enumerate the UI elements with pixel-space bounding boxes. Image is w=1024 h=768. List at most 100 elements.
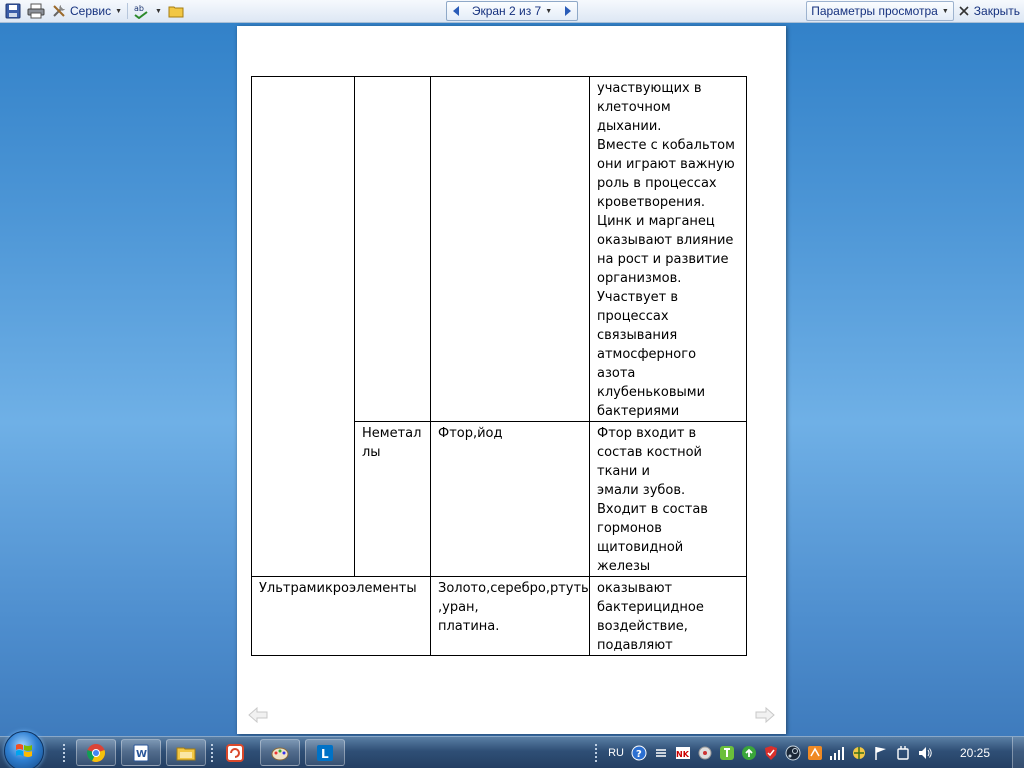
folder-icon [176, 747, 196, 760]
arrow-right-icon [565, 6, 571, 16]
action-center-tray-button[interactable] [871, 743, 891, 763]
screen-indicator-label: Экран 2 из 7 [471, 4, 542, 18]
svg-text:ab: ab [134, 4, 144, 13]
network-icon [852, 746, 865, 759]
elements-table: участвующих в клеточном дыхании. Вместе … [251, 76, 747, 656]
toolbar-left-group: Сервис ▼ ab ▼ [2, 0, 187, 22]
power-tray-button[interactable] [893, 743, 913, 763]
arrow-left-icon [248, 706, 268, 724]
service-menu-label: Сервис [70, 4, 112, 18]
table-cell: участвующих в клеточном дыхании. Вместе … [589, 76, 747, 422]
chevron-down-icon: ▼ [941, 7, 949, 15]
document-page: участвующих в клеточном дыхании. Вместе … [237, 26, 786, 734]
word-icon: W [133, 744, 149, 761]
save-icon [5, 3, 21, 19]
next-page-button[interactable] [754, 706, 776, 724]
taskbar-grip [210, 743, 214, 763]
torrent-tray-button[interactable] [717, 743, 737, 763]
print-button[interactable] [24, 1, 48, 21]
svg-text:W: W [136, 749, 147, 760]
chrome-icon [87, 743, 105, 762]
taskbar-grip [594, 742, 599, 763]
close-label: Закрыть [973, 4, 1020, 18]
arrow-left-icon [453, 6, 459, 16]
table-cell [251, 76, 355, 577]
view-options-label: Параметры просмотра [811, 4, 938, 18]
volume-tray-button[interactable] [915, 743, 935, 763]
speaker-icon [918, 746, 932, 759]
spelling-button[interactable]: ab ▼ [130, 1, 165, 21]
app-taskbar-button[interactable] [215, 739, 255, 766]
antivirus-tray-button[interactable] [761, 743, 781, 763]
arrow-right-icon [755, 706, 775, 724]
paint-taskbar-button[interactable] [260, 739, 300, 766]
show-desktop-button[interactable] [1012, 737, 1024, 768]
chevron-down-icon: ▼ [155, 7, 162, 15]
help-icon: ? [631, 745, 647, 760]
update-tray-button[interactable] [739, 743, 759, 763]
table-cell: Золото,серебро,ртуть ,уран, платина. [430, 576, 590, 656]
clock[interactable]: 20:25 [960, 746, 990, 760]
settings-icon [655, 748, 666, 757]
svg-text:NK: NK [676, 750, 690, 759]
orange-app-tray-button[interactable] [805, 743, 825, 763]
previous-screen-button[interactable] [447, 2, 465, 20]
chevron-down-icon: ▼ [115, 7, 123, 15]
windows-logo-icon [16, 744, 32, 757]
steam-icon [785, 745, 801, 760]
folder-button[interactable] [165, 1, 187, 21]
reading-toolbar: Сервис ▼ ab ▼ Экран 2 из 7 ▼ Параметры п… [0, 0, 1024, 23]
taskbar: W L RU ? NK 20:25 [0, 731, 1024, 768]
chrome-taskbar-button[interactable] [76, 739, 116, 766]
torrent-icon [719, 745, 734, 760]
media-icon [698, 746, 712, 759]
signal-tray-button[interactable] [827, 743, 847, 763]
tools-icon [53, 5, 65, 17]
lync-icon: L [317, 744, 333, 761]
table-cell: оказывают бактерицидное воздействие, под… [589, 576, 747, 656]
table-cell: Ультрамикроэлементы [251, 576, 431, 656]
printer-icon [27, 3, 45, 19]
table-row: участвующих в клеточном дыхании. Вместе … [251, 76, 747, 577]
spelling-check-icon: ab [134, 4, 148, 19]
svg-text:L: L [321, 747, 329, 761]
taskbar-grip [62, 743, 66, 763]
lync-taskbar-button[interactable]: L [305, 739, 345, 766]
language-indicator[interactable]: RU [608, 747, 624, 759]
table-cell: Неметал лы [354, 421, 431, 577]
view-options-button[interactable]: Параметры просмотра ▼ [806, 1, 954, 21]
nk-tray-button[interactable]: NK [673, 743, 693, 763]
app-icon [226, 743, 244, 762]
screen-selector[interactable]: Экран 2 из 7 ▼ [472, 4, 552, 18]
service-menu-button[interactable]: Сервис ▼ [48, 1, 125, 21]
save-button[interactable] [2, 1, 24, 21]
table-cell: Фтор,йод [430, 421, 590, 577]
folder-icon [168, 6, 184, 18]
network-tray-button[interactable] [849, 743, 869, 763]
next-screen-button[interactable] [559, 2, 577, 20]
screen-navigator: Экран 2 из 7 ▼ [446, 1, 578, 21]
explorer-taskbar-button[interactable] [166, 739, 206, 766]
shield-icon [764, 745, 777, 760]
update-icon [741, 745, 756, 760]
system-tray: RU ? NK 20:25 [594, 737, 1024, 768]
previous-page-button[interactable] [247, 706, 269, 724]
settings-tray-button[interactable] [651, 743, 671, 763]
flag-icon [875, 746, 886, 760]
table-row: Ультрамикроэлементы Золото,серебро,ртуть… [251, 576, 747, 656]
toolbar-divider [127, 3, 129, 19]
steam-tray-button[interactable] [783, 743, 803, 763]
nk-icon: NK [675, 746, 690, 759]
toolbar-right-group: Параметры просмотра ▼ Закрыть [806, 0, 1024, 22]
close-button[interactable]: Закрыть [956, 1, 1024, 21]
media-tray-button[interactable] [695, 743, 715, 763]
svg-text:?: ? [636, 749, 642, 760]
battery-plug-icon [897, 745, 909, 760]
help-tray-button[interactable]: ? [629, 743, 649, 763]
start-button[interactable] [4, 731, 44, 768]
table-cell [430, 76, 590, 422]
word-taskbar-button[interactable]: W [121, 739, 161, 766]
paint-icon [271, 747, 289, 760]
chevron-down-icon: ▼ [545, 7, 553, 15]
table-cell [354, 76, 431, 422]
